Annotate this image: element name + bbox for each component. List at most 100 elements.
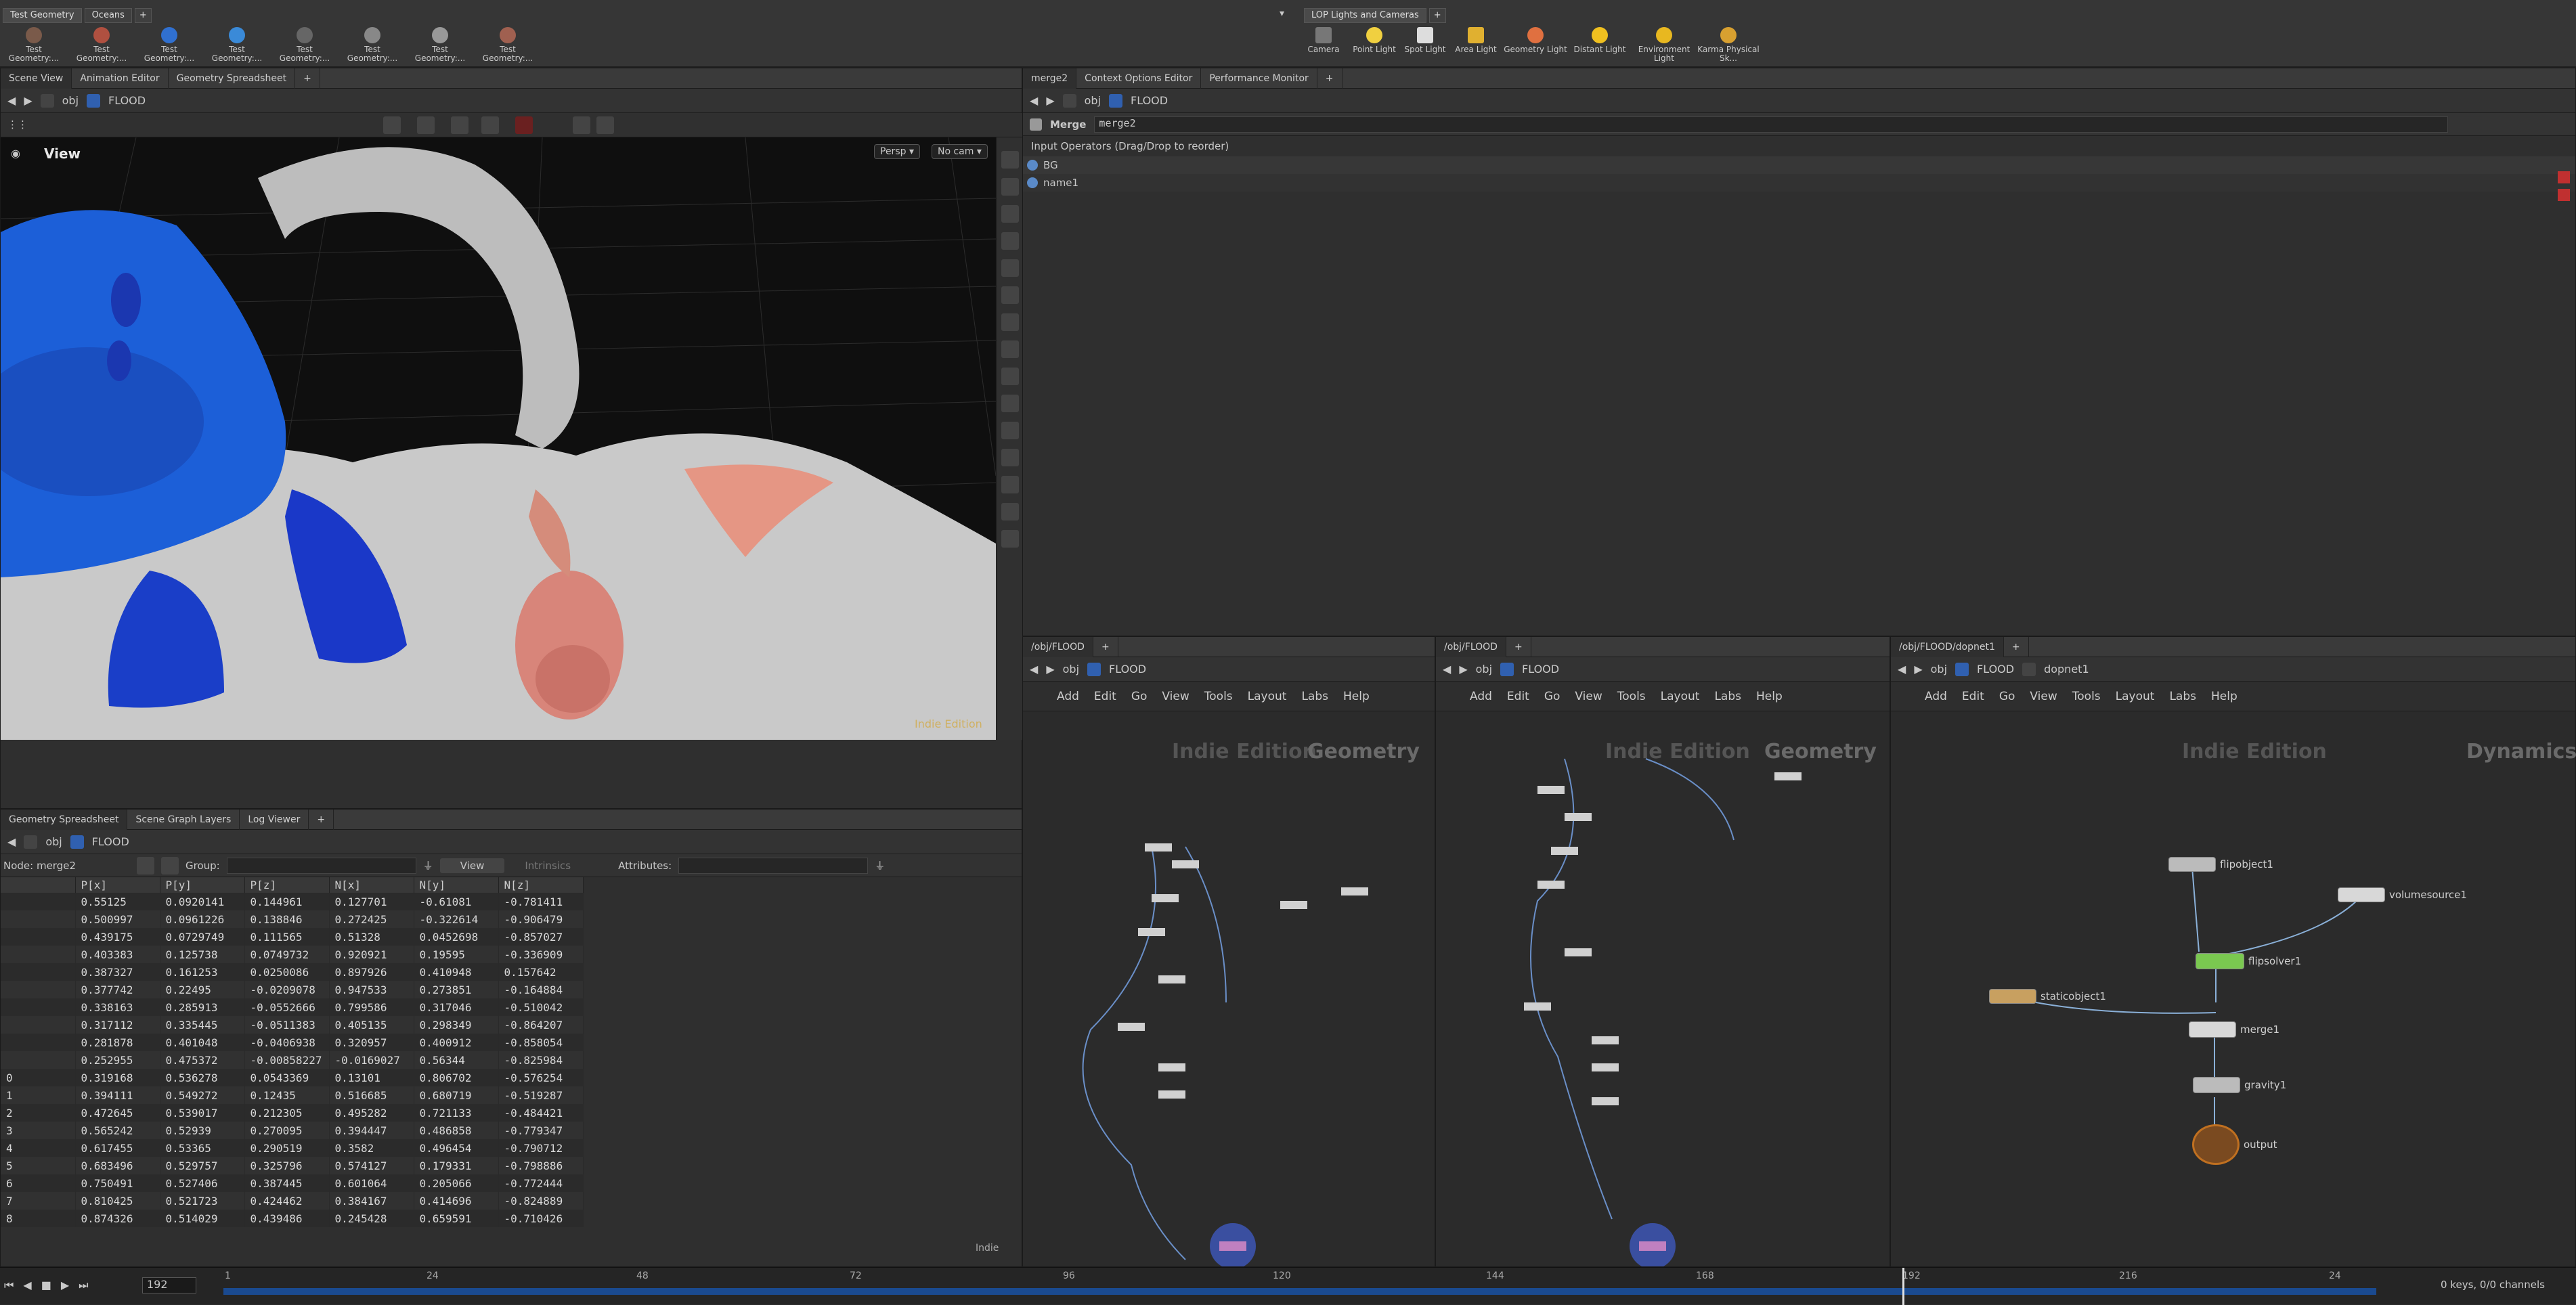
shelf-tool-4[interactable]: Test Geometry:... bbox=[203, 27, 271, 66]
tab-scene-graph-layers[interactable]: Scene Graph Layers bbox=[127, 809, 240, 830]
table-row[interactable]: 0.387327 0.161253 0.0250086 0.897926 0.41094… bbox=[1, 963, 584, 981]
path-flood[interactable]: FLOOD bbox=[108, 94, 146, 107]
back-arrow-icon[interactable]: ◀ bbox=[1030, 663, 1038, 676]
menu-go[interactable]: Go bbox=[1131, 690, 1148, 703]
forward-arrow-icon[interactable]: ▶ bbox=[1046, 94, 1054, 107]
tab-geometry-spreadsheet[interactable]: Geometry Spreadsheet bbox=[1, 809, 128, 830]
grid-icon[interactable] bbox=[1001, 313, 1019, 331]
tab-merge2[interactable]: merge2 bbox=[1023, 68, 1077, 89]
path-obj[interactable]: obj bbox=[1476, 663, 1492, 676]
back-arrow-icon[interactable]: ◀ bbox=[7, 94, 16, 107]
shelf-tool-8[interactable]: Test Geometry:... bbox=[474, 27, 542, 66]
menu-dots-icon[interactable]: ⋮⋮ bbox=[7, 118, 28, 131]
net2-graph[interactable] bbox=[1436, 745, 1891, 1266]
path-obj[interactable]: obj bbox=[45, 835, 62, 848]
transform-tool-icon[interactable] bbox=[417, 116, 435, 134]
node-staticobject1[interactable]: staticobject1 bbox=[1989, 989, 2106, 1004]
add-shelf-tab-button[interactable]: + bbox=[134, 8, 152, 23]
column-header[interactable]: N[x] bbox=[329, 877, 414, 893]
jump-end-icon[interactable]: ⏭ bbox=[79, 1279, 88, 1292]
node-flipsolver1[interactable]: flipsolver1 bbox=[2196, 953, 2301, 969]
table-row[interactable]: 1 0.394111 0.549272 0.12435 0.516685 0.680719… bbox=[1, 1086, 584, 1104]
view-dropdown[interactable]: View bbox=[439, 858, 505, 873]
input-row[interactable]: BG bbox=[1023, 156, 2575, 174]
points-mode-icon[interactable] bbox=[137, 856, 155, 875]
remove-input-icon[interactable] bbox=[2558, 189, 2570, 201]
jump-start-icon[interactable]: ⏮ bbox=[4, 1279, 14, 1292]
column-header[interactable]: N[z] bbox=[498, 877, 584, 893]
path-obj[interactable]: obj bbox=[1063, 663, 1079, 676]
back-arrow-icon[interactable]: ◀ bbox=[7, 835, 16, 848]
node-volumesource1[interactable]: volumesource1 bbox=[2338, 887, 2467, 902]
menu-edit[interactable]: Edit bbox=[1094, 690, 1116, 703]
column-header[interactable]: P[z] bbox=[244, 877, 330, 893]
add-tab-button[interactable]: + bbox=[309, 809, 334, 830]
tab-log-viewer[interactable]: Log Viewer bbox=[240, 809, 309, 830]
tab-obj-flood[interactable]: /obj/FLOOD bbox=[1436, 636, 1506, 657]
filter-icon[interactable]: ⏚ bbox=[875, 858, 885, 872]
points-icon[interactable] bbox=[1001, 368, 1019, 385]
add-tab-button[interactable]: + bbox=[1093, 636, 1118, 657]
display-toggle-icon[interactable] bbox=[1001, 151, 1019, 169]
table-row[interactable]: 0.377742 0.22495 -0.0209078 0.947533 0.27385… bbox=[1, 981, 584, 998]
table-row[interactable]: 0.317112 0.335445 -0.0511383 0.405135 0.2983… bbox=[1, 1016, 584, 1034]
column-header[interactable]: P[x] bbox=[75, 877, 160, 893]
shelf-tool-5[interactable]: Test Geometry:... bbox=[271, 27, 339, 66]
menu-layout[interactable]: Layout bbox=[1248, 690, 1287, 703]
menu-tools[interactable]: Tools bbox=[1617, 690, 1646, 703]
menu-view[interactable]: View bbox=[1162, 690, 1189, 703]
lock-icon[interactable] bbox=[1001, 178, 1019, 196]
shelf-tool-geometry-light[interactable]: Geometry Light bbox=[1502, 27, 1569, 66]
add-tab-button[interactable]: + bbox=[1317, 68, 1342, 89]
op-name-field[interactable]: merge2 bbox=[1094, 116, 2449, 133]
attributes-field[interactable] bbox=[678, 857, 869, 874]
group-field[interactable] bbox=[226, 857, 416, 874]
shelf-tool-7[interactable]: Test Geometry:... bbox=[406, 27, 474, 66]
table-row[interactable]: 0.439175 0.0729749 0.111565 0.51328 0.045269… bbox=[1, 928, 584, 946]
tab-obj-flood[interactable]: /obj/FLOOD bbox=[1023, 636, 1093, 657]
input-row[interactable]: name1 bbox=[1023, 174, 2575, 192]
shelf-tool-1[interactable]: Test Geometry:... bbox=[0, 27, 68, 66]
table-row[interactable]: 7 0.810425 0.521723 0.424462 0.384167 0.41469… bbox=[1, 1192, 584, 1210]
snap-icon[interactable] bbox=[481, 116, 499, 134]
tab-performance-monitor[interactable]: Performance Monitor bbox=[1201, 68, 1317, 89]
remove-input-icon[interactable] bbox=[2558, 171, 2570, 183]
persp-menu[interactable]: Persp ▾ bbox=[874, 144, 920, 159]
camera-menu[interactable]: No cam ▾ bbox=[932, 144, 988, 159]
menu-go[interactable]: Go bbox=[1544, 690, 1560, 703]
step-back-icon[interactable]: ◀ bbox=[23, 1279, 31, 1292]
vertices-mode-icon[interactable] bbox=[161, 856, 179, 875]
3d-viewport[interactable]: ◉ View Persp ▾ No cam ▾ Indie Edition bbox=[1, 137, 996, 740]
table-row[interactable]: 0.338163 0.285913 -0.0552666 0.799586 0.3170… bbox=[1, 998, 584, 1016]
forward-arrow-icon[interactable]: ▶ bbox=[24, 94, 32, 107]
node-gravity1[interactable]: gravity1 bbox=[2193, 1077, 2286, 1093]
filter-icon[interactable]: ⏚ bbox=[423, 858, 433, 872]
menu-edit[interactable]: Edit bbox=[1507, 690, 1529, 703]
menu-labs[interactable]: Labs bbox=[1301, 690, 1328, 703]
table-row[interactable]: 0.403383 0.125738 0.0749732 0.920921 0.19595… bbox=[1, 946, 584, 963]
number-icon[interactable] bbox=[1001, 449, 1019, 466]
table-row[interactable]: 0.252955 0.475372 -0.00858227 -0.0169027 0.5… bbox=[1, 1051, 584, 1069]
shelf-tab-oceans[interactable]: Oceans bbox=[84, 8, 132, 23]
table-row[interactable]: 5 0.683496 0.529757 0.325796 0.574127 0.17933… bbox=[1, 1157, 584, 1174]
play-icon[interactable]: ▶ bbox=[61, 1279, 69, 1292]
camera-view-icon[interactable] bbox=[1001, 286, 1019, 304]
intrinsics-label[interactable]: Intrinsics bbox=[525, 860, 571, 872]
tab-context-options[interactable]: Context Options Editor bbox=[1076, 68, 1202, 89]
shelf-tool-3[interactable]: Test Geometry:... bbox=[135, 27, 203, 66]
shelf-tool-2[interactable]: Test Geometry:... bbox=[68, 27, 135, 66]
menu-labs[interactable]: Labs bbox=[1714, 690, 1741, 703]
select-tool-icon[interactable] bbox=[383, 116, 401, 134]
forward-arrow-icon[interactable]: ▶ bbox=[1046, 663, 1054, 676]
table-row[interactable]: 2 0.472645 0.539017 0.212305 0.495282 0.72113… bbox=[1, 1104, 584, 1122]
node-output[interactable]: output bbox=[2192, 1124, 2277, 1165]
back-arrow-icon[interactable]: ◀ bbox=[1030, 94, 1038, 107]
table-row[interactable]: 0 0.319168 0.536278 0.0543369 0.13101 0.80670… bbox=[1, 1069, 584, 1086]
path-obj[interactable]: obj bbox=[1085, 94, 1101, 107]
shading-icon[interactable] bbox=[1001, 232, 1019, 250]
path-flood[interactable]: FLOOD bbox=[92, 835, 129, 848]
shelf-tool-environment-light[interactable]: Environment Light bbox=[1630, 27, 1698, 66]
handle-tool-icon[interactable] bbox=[451, 116, 468, 134]
frame-field[interactable]: 192 bbox=[142, 1277, 196, 1293]
net1-graph[interactable] bbox=[1023, 745, 1436, 1266]
